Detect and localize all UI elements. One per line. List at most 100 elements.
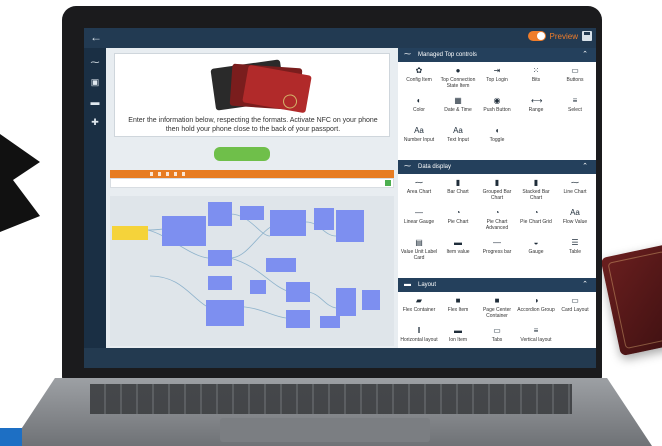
component-label: Gauge [528, 249, 544, 255]
component-push-button[interactable]: ◉ Push Button [478, 96, 516, 113]
component-select[interactable]: ≡ Select [556, 96, 594, 113]
laptop-keyboard [90, 384, 572, 414]
preview-toggle-group: Preview [527, 31, 592, 41]
component-number-input[interactable]: Aa Number Input [400, 126, 438, 143]
component-range[interactable]: ⟷ Range [517, 96, 555, 113]
card-layout-icon: ▭ [571, 296, 579, 305]
component-label: Ion Item [448, 337, 468, 343]
component-buttons[interactable]: ▭ Buttons [556, 66, 594, 83]
card-icon: ▤ [415, 238, 423, 247]
component-pie-chart-advanced[interactable]: ◔ Pie Chart Advanced [478, 208, 516, 231]
component-table[interactable]: ☰ Table [556, 238, 594, 255]
flow-diagram[interactable] [110, 196, 394, 346]
component-toggle[interactable]: ◖ Toggle [478, 126, 516, 143]
component-stacked-bar-chart[interactable]: ▮ Stacked Bar Chart [517, 178, 555, 201]
square-icon: ■ [494, 296, 500, 305]
ion-item-icon: ▬ [454, 326, 462, 335]
scan-button[interactable] [214, 147, 270, 161]
component-label: Tabs [491, 337, 503, 343]
component-text-input[interactable]: Aa Text Input [439, 126, 477, 143]
component-config-item[interactable]: ✿ Config Item [400, 66, 438, 83]
progress-icon: — [493, 238, 501, 247]
component-top-login[interactable]: ⇥ Top Login [478, 66, 516, 83]
chevron-up-icon[interactable]: ⌃ [582, 278, 588, 292]
component-date-time[interactable]: ▦ Date & Time [439, 96, 477, 113]
folder-icon[interactable]: ▬ [90, 98, 100, 107]
component-line-chart[interactable]: ⁓ Line Chart [556, 178, 594, 195]
component-pie-chart-grid[interactable]: ◔ Pie Chart Grid [517, 208, 555, 225]
push-button-icon: ◉ [493, 96, 501, 105]
component-label: Linear Gauge [403, 219, 435, 225]
component-value-unit-label-card[interactable]: ▤ Value Unit Label Card [400, 238, 438, 261]
back-arrow-icon[interactable]: ← [90, 30, 102, 44]
component-label: Pie Chart Advanced [485, 219, 509, 231]
chevron-up-icon[interactable]: ⌃ [582, 48, 588, 62]
status-indicator [385, 180, 391, 186]
text-aa-icon: Aa [414, 126, 424, 135]
section-layout[interactable]: ▬ Layout ⌃ [398, 278, 596, 292]
component-label: Bits [531, 77, 541, 83]
component-label: Line Chart [563, 189, 587, 195]
component-grouped-bar-chart[interactable]: ▮ Grouped Bar Chart [478, 178, 516, 201]
component-card-layout[interactable]: ▭ Card Layout [556, 296, 594, 313]
component-page-center-container[interactable]: ■ Page Center Container [478, 296, 516, 319]
component-horizontal-layout[interactable]: ‖ Horizontal layout [400, 326, 438, 343]
component-flow-value[interactable]: Aa Flow Value [556, 208, 594, 225]
component-accordion-group[interactable]: ◑ Accordion Group [517, 296, 555, 313]
component-label: Pie Chart Grid [520, 219, 552, 225]
component-gauge[interactable]: ◒ Gauge [517, 238, 555, 255]
bar-chart-icon: ▮ [455, 178, 461, 187]
pie-chart-icon: ◔ [455, 208, 461, 217]
component-item-value[interactable]: ▬ Item value [439, 238, 477, 255]
flow-node [240, 206, 264, 220]
component-top-connection-state-item[interactable]: ● Top Connection State Item [439, 66, 477, 89]
flow-node [286, 282, 310, 302]
component-strip[interactable] [110, 178, 394, 188]
pie-chart-icon: ◔ [494, 208, 500, 217]
section-title: Managed Top controls [418, 52, 477, 58]
component-pie-chart[interactable]: ◔ Pie Chart [439, 208, 477, 225]
passport-image [210, 58, 312, 114]
component-label: Page Center Container [482, 307, 512, 319]
chart-line-icon[interactable]: ⁓ [90, 58, 100, 67]
component-label: Vertical layout [520, 337, 552, 343]
component-label: Accordion Group [517, 307, 555, 313]
component-progress-bar[interactable]: — Progress bar [478, 238, 516, 255]
component-label: Top Login [486, 77, 508, 83]
app-screen: ← Preview ⁓ ▣ ▬ ✚ Enter the information … [84, 28, 596, 368]
component-linear-gauge[interactable]: — Linear Gauge [400, 208, 438, 225]
component-label: Date & Time [444, 107, 472, 113]
chevron-up-icon[interactable]: ⌃ [582, 160, 588, 174]
component-label: Config Item [406, 77, 432, 83]
component-area-chart[interactable]: ⁓ Area Chart [400, 178, 438, 195]
component-bar-chart[interactable]: ▮ Bar Chart [439, 178, 477, 195]
passport-card[interactable]: Enter the information below, respecting … [114, 53, 390, 137]
component-actions [150, 172, 190, 176]
section-data-display[interactable]: ⁓ Data display ⌃ [398, 160, 596, 174]
component-bits[interactable]: ⁙ Bits [517, 66, 555, 83]
component-label: Text Input [447, 137, 469, 143]
section-managed-top-controls[interactable]: ⁓ Managed Top controls ⌃ [398, 48, 596, 62]
buttons-icon: ▭ [571, 66, 579, 75]
item-icon: ▬ [454, 238, 462, 247]
linear-gauge-icon: — [415, 208, 423, 217]
save-icon[interactable] [582, 31, 592, 41]
component-label: Number Input [403, 137, 435, 143]
folder-icon: ▰ [415, 296, 423, 305]
component-ion-item[interactable]: ▬ Ion Item [439, 326, 477, 343]
preview-toggle[interactable] [527, 31, 546, 41]
layout-component-bar[interactable] [110, 170, 394, 178]
component-flex-item[interactable]: ■ Flex Item [439, 296, 477, 313]
component-label: Flex Item [447, 307, 469, 313]
component-label: Toggle [489, 137, 505, 143]
flow-node [362, 290, 380, 310]
component-tabs[interactable]: ▭ Tabs [478, 326, 516, 343]
device-icon[interactable]: ▣ [90, 78, 100, 87]
component-flex-container[interactable]: ▰ Flex Container [400, 296, 438, 313]
component-label: Select [568, 107, 582, 113]
component-color[interactable]: ◐ Color [400, 96, 438, 113]
pause-icon: ‖ [417, 326, 421, 335]
puzzle-icon[interactable]: ✚ [90, 118, 100, 127]
component-vertical-layout[interactable]: ≡ Vertical layout [517, 326, 555, 343]
login-icon: ⇥ [493, 66, 501, 75]
